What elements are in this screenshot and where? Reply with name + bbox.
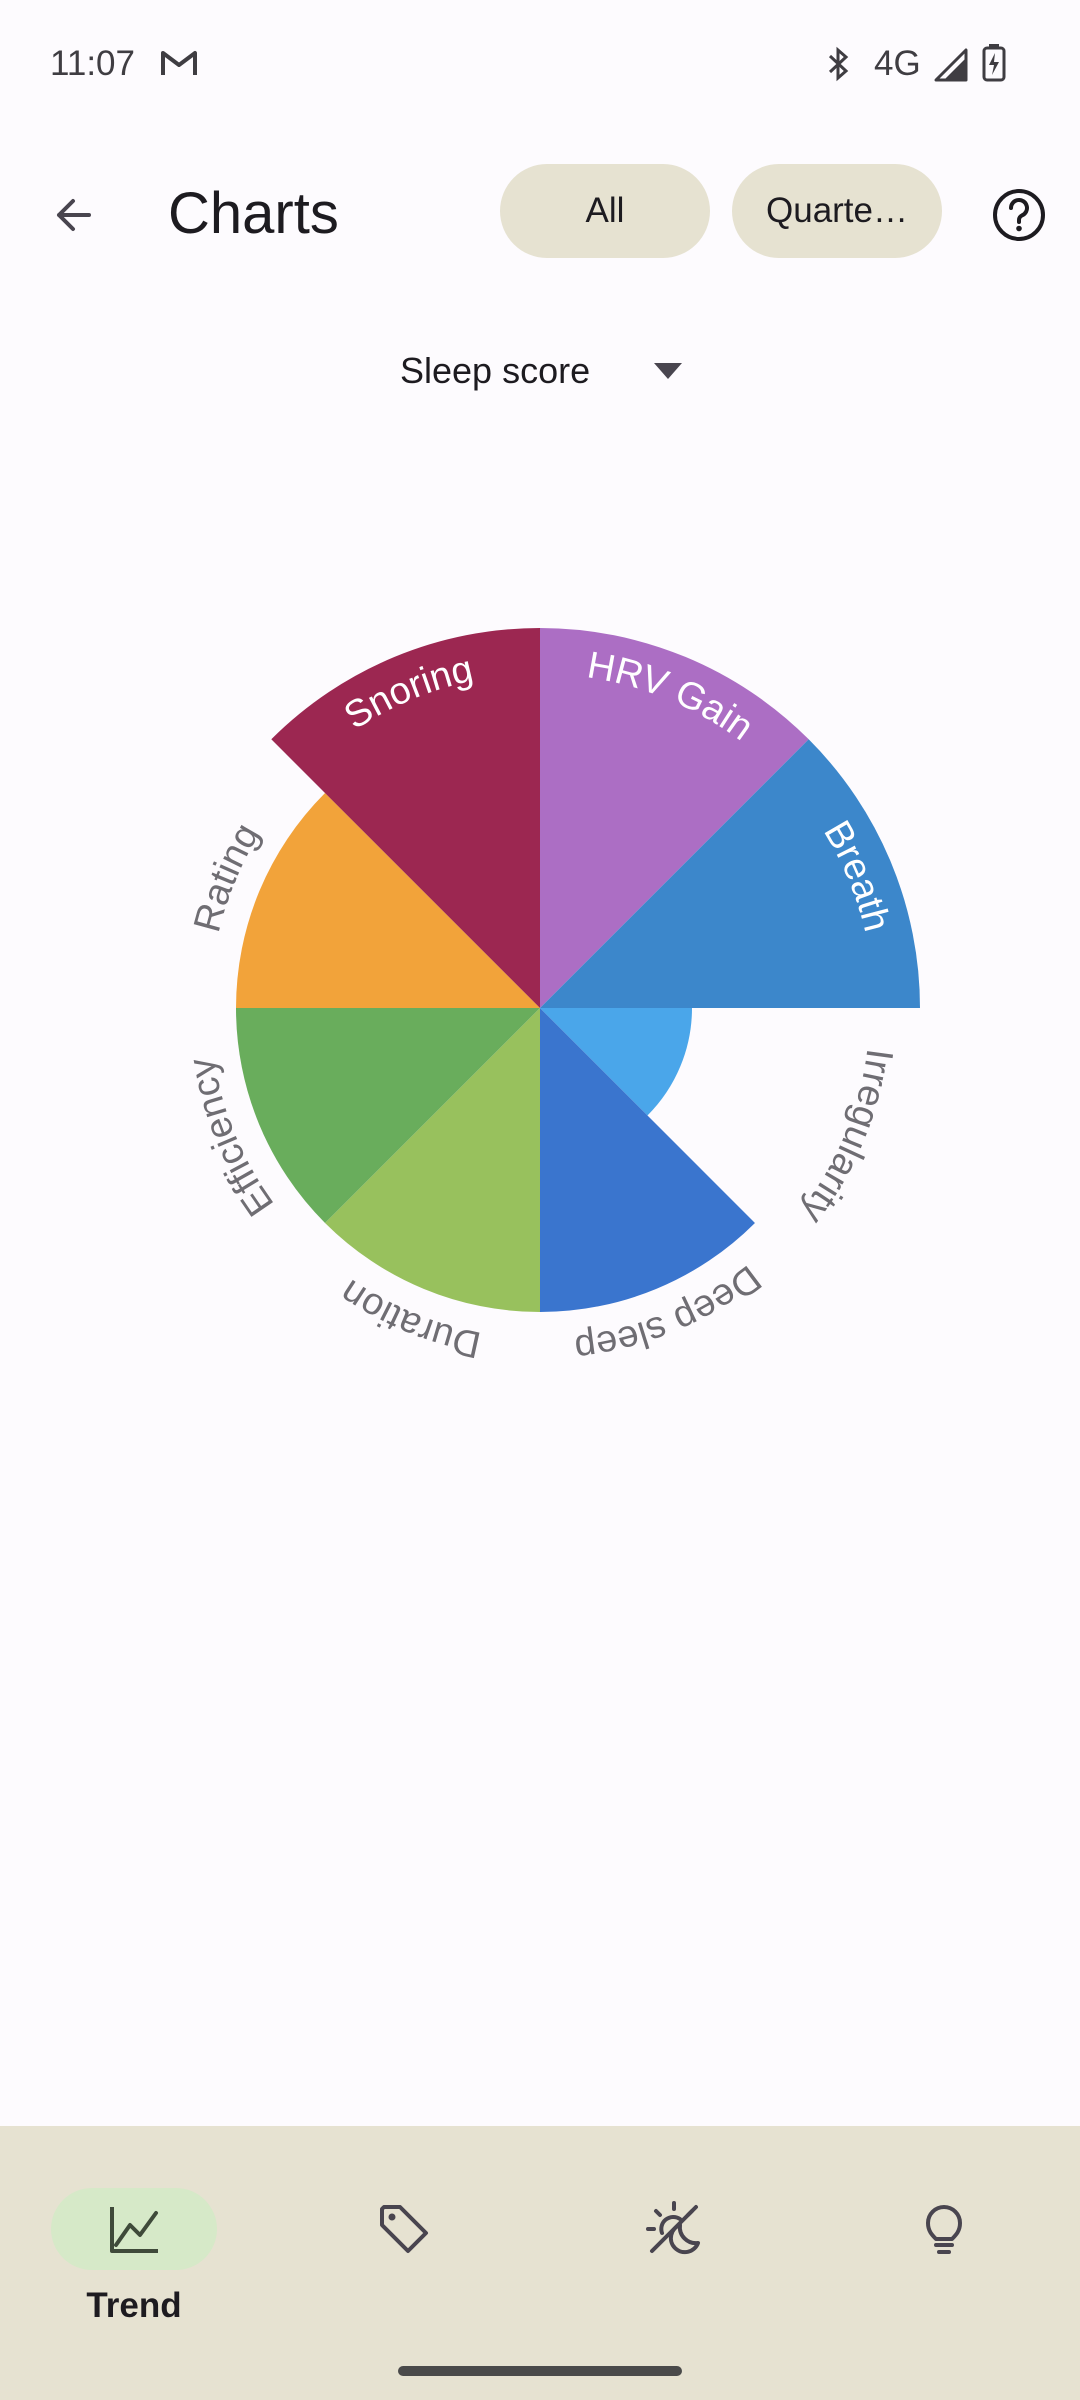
nav-item-trend[interactable]: Trend: [34, 2156, 234, 2336]
filter-chip-period[interactable]: Quarte…: [732, 164, 942, 258]
trend-chart-icon: [110, 2207, 158, 2253]
nav-pill-sleep: [591, 2188, 757, 2270]
status-time: 11:07: [50, 44, 135, 83]
back-button[interactable]: [36, 178, 110, 252]
tag-icon: [380, 2205, 428, 2253]
sleep-score-polar-chart: HRV GainBreathIrregularityDeep sleepDura…: [181, 628, 920, 1369]
nav-pill-tags: [321, 2188, 487, 2270]
nav-item-tips[interactable]: [844, 2156, 1044, 2336]
bottom-navigation: Trend: [0, 2126, 1080, 2400]
home-indicator: [398, 2366, 682, 2376]
nav-item-tags[interactable]: [304, 2156, 504, 2336]
help-circle-icon: [993, 189, 1045, 241]
metric-dropdown[interactable]: Sleep score: [400, 336, 683, 406]
arrow-back-icon: [57, 199, 91, 231]
status-bar: 11:07 4G: [0, 0, 1080, 128]
sleep-cycle-icon: [646, 2201, 700, 2255]
nav-pill-tips: [861, 2188, 1027, 2270]
network-type: 4G: [874, 44, 921, 83]
page-title: Charts: [168, 181, 339, 246]
nav-pill-trend: [51, 2188, 217, 2270]
lightbulb-icon: [926, 2205, 962, 2254]
nav-label-trend: Trend: [86, 2286, 182, 2325]
filter-chip-all[interactable]: All: [500, 164, 710, 258]
help-button[interactable]: [982, 178, 1056, 252]
metric-selected-label: Sleep score: [400, 350, 591, 391]
nav-item-sleep[interactable]: [574, 2156, 774, 2336]
battery-charging-icon: [982, 44, 1006, 82]
signal-icon: [934, 48, 968, 82]
gmail-icon: [161, 51, 197, 75]
bluetooth-icon: [828, 46, 849, 82]
chart-label-irregularity: Irregularity: [793, 1046, 901, 1231]
dropdown-arrow-icon: [654, 363, 683, 379]
app-bar: Charts All Quarte…: [0, 128, 1080, 298]
